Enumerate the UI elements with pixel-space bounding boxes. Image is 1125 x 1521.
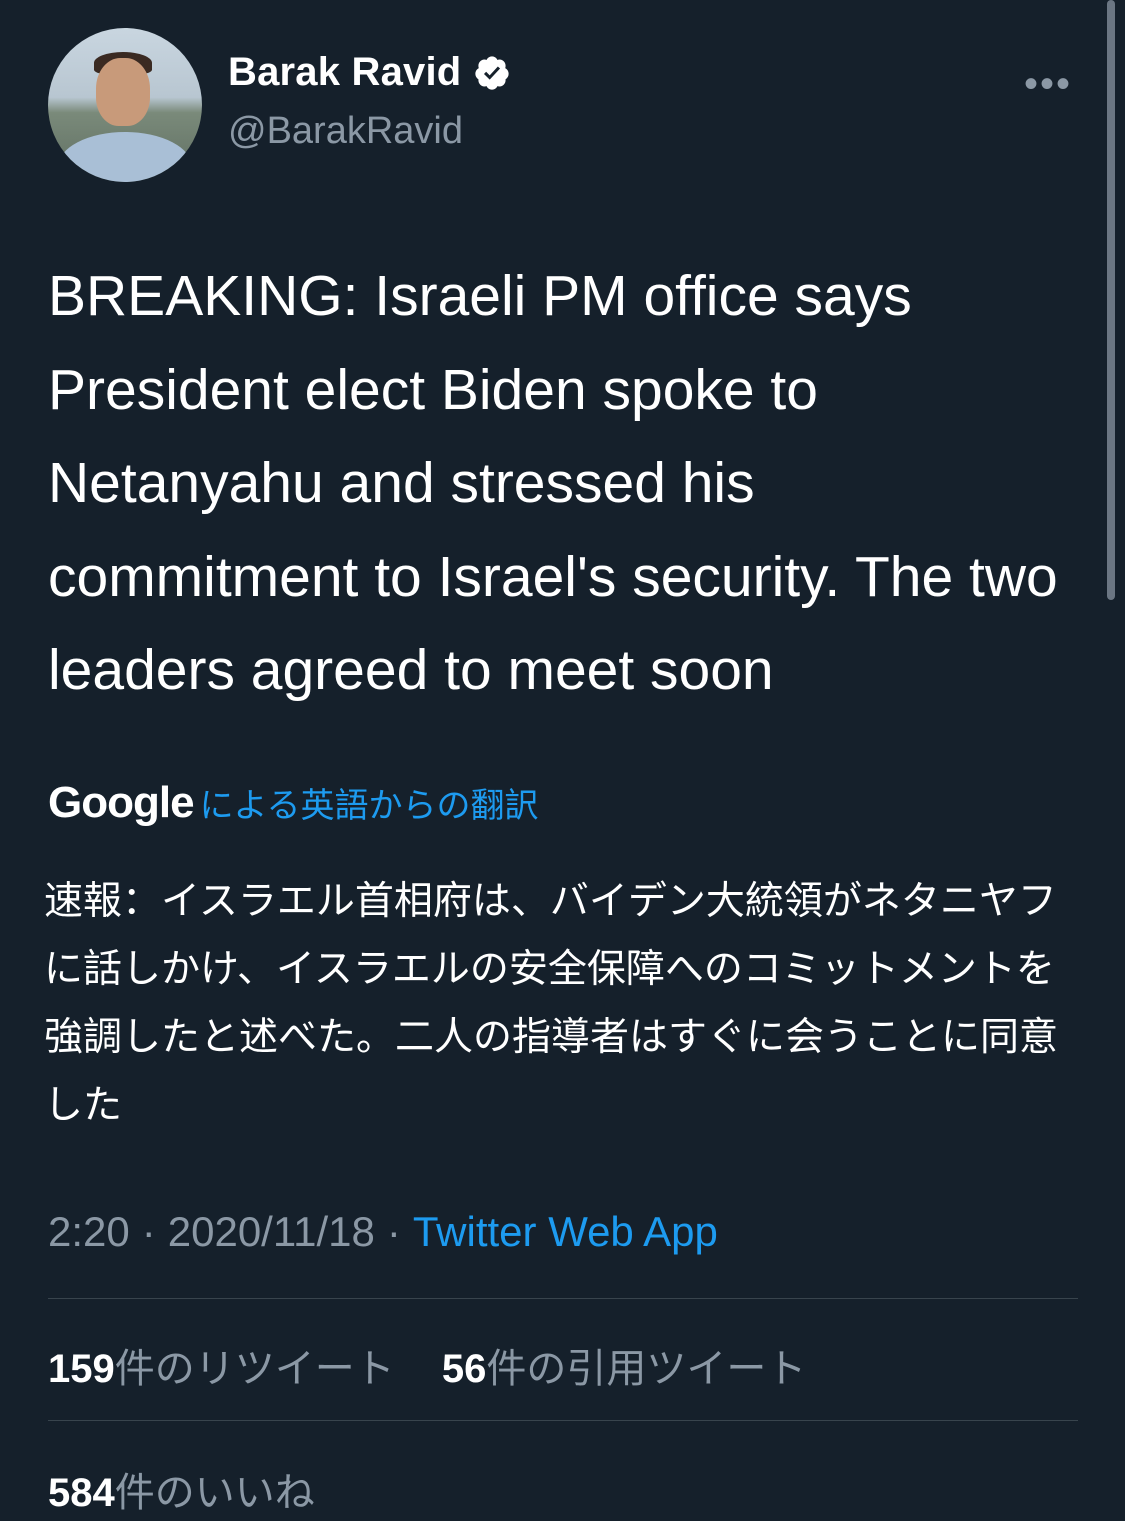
tweet-date[interactable]: 2020/11/18 bbox=[168, 1208, 375, 1256]
more-options-icon[interactable]: ••• bbox=[1024, 62, 1072, 107]
tweet-time[interactable]: 2:20 bbox=[48, 1208, 130, 1256]
tweet-source-link[interactable]: Twitter Web App bbox=[413, 1208, 718, 1256]
retweets-label: 件のリツイート bbox=[114, 1347, 395, 1391]
likes-label: 件のいいね bbox=[114, 1471, 315, 1515]
google-logo: Google bbox=[48, 778, 195, 827]
meta-separator: · bbox=[386, 1208, 401, 1255]
translation-link[interactable]: による英語からの翻訳 bbox=[200, 778, 539, 827]
retweets-count: 159 bbox=[48, 1347, 115, 1391]
translation-attribution: Google による英語からの翻訳 bbox=[48, 778, 539, 828]
scrollbar[interactable] bbox=[1107, 0, 1115, 600]
likes-count: 584 bbox=[48, 1471, 115, 1515]
engagement-stats-row: 159件のリツイート 56件の引用ツイート bbox=[48, 1336, 842, 1394]
quotes-count: 56 bbox=[441, 1347, 487, 1391]
divider bbox=[48, 1298, 1078, 1299]
tweet-meta: 2:20 · 2020/11/18 · Twitter Web App bbox=[48, 1208, 718, 1256]
meta-separator: · bbox=[141, 1208, 156, 1255]
tweet-text: BREAKING: Israeli PM office says Preside… bbox=[48, 264, 1058, 702]
author-name[interactable]: Barak Ravid bbox=[228, 50, 461, 95]
verified-badge-icon bbox=[475, 55, 510, 90]
author-handle[interactable]: @BarakRavid bbox=[228, 110, 463, 153]
author-name-row[interactable]: Barak Ravid bbox=[228, 50, 511, 95]
translated-text: 速報：イスラエル首相府は、バイデン大統領がネタニヤフに話しかけ、イスラエルの安全… bbox=[44, 880, 1059, 1127]
tweet-header: Barak Ravid @BarakRavid ••• bbox=[48, 28, 1078, 188]
quotes-stat[interactable]: 56件の引用ツイート bbox=[442, 1336, 807, 1394]
avatar[interactable] bbox=[48, 28, 202, 182]
likes-stat[interactable]: 584件のいいね bbox=[48, 1460, 315, 1518]
likes-stats-row: 584件のいいね bbox=[48, 1460, 351, 1518]
divider bbox=[48, 1420, 1078, 1421]
retweets-stat[interactable]: 159件のリツイート bbox=[48, 1336, 395, 1394]
quotes-label: 件の引用ツイート bbox=[486, 1347, 807, 1391]
